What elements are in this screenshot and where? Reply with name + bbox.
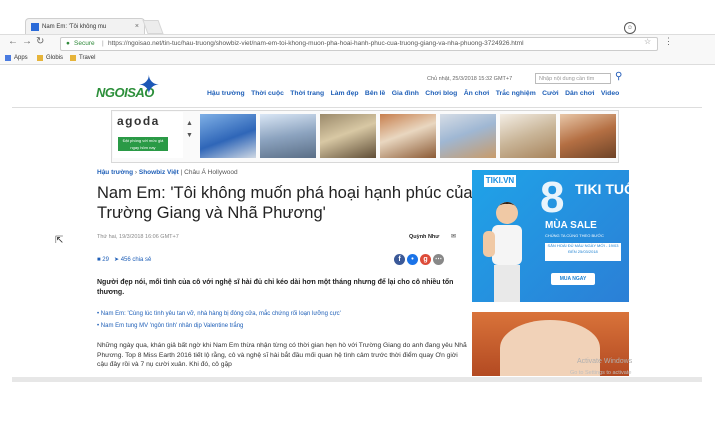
- facebook-icon[interactable]: f: [394, 254, 405, 265]
- date-text: Chủ nhật, 25/3/2018 15:32 GMT+7: [427, 76, 513, 82]
- tiki-sale-title: MÙA SALE: [545, 220, 597, 231]
- email-icon[interactable]: ✉: [451, 233, 456, 240]
- nav-item[interactable]: Ăn chơi: [464, 90, 490, 97]
- more-share-icon[interactable]: ⋯: [433, 254, 444, 265]
- article-date: Thứ hai, 19/3/2018 16:06 GMT+7: [97, 234, 179, 240]
- favicon-icon: [31, 23, 39, 31]
- agoda-logo: agoda: [117, 114, 160, 128]
- article-title: Nam Em: 'Tôi không muốn phá hoại hạnh ph…: [97, 184, 473, 222]
- breadcrumb-item[interactable]: Showbiz Việt: [139, 169, 179, 176]
- activate-windows-title: Activate Windows: [577, 358, 633, 365]
- nav-item[interactable]: Hậu trường: [207, 90, 245, 97]
- agoda-cta-button[interactable]: Đặt phòng với mức giá ngay hôm nay: [118, 137, 168, 151]
- tiki-date-band: SĂN HOÀI ĐỦ MÀU NGÀY MỚI - 19/03 ĐẾN 25/…: [545, 243, 621, 261]
- hotel-photo: [320, 114, 376, 158]
- breadcrumb-item[interactable]: Hollywood: [208, 169, 238, 176]
- tiki-tuoi: TIKI TUỔI: [575, 181, 639, 197]
- forward-icon[interactable]: →: [22, 36, 32, 48]
- apps-icon: [5, 55, 11, 61]
- nav-item[interactable]: Dân chơi: [565, 90, 594, 97]
- activate-windows-subtitle: Go to Settings to activate: [570, 370, 632, 376]
- bookmark-star-icon[interactable]: ☆: [644, 37, 651, 46]
- tiki-logo: TIKI.VN: [484, 175, 516, 187]
- nav-item[interactable]: Gia đình: [392, 90, 419, 97]
- share-icon: ➤: [114, 257, 120, 263]
- breadcrumb-item[interactable]: Châu Á: [184, 169, 206, 176]
- carousel-arrows[interactable]: ▲ ▼: [186, 118, 193, 142]
- ad-model-image: [480, 195, 535, 302]
- nav-item[interactable]: Thời cuộc: [251, 90, 284, 97]
- comment-count[interactable]: 29: [102, 257, 109, 263]
- nav-item[interactable]: Bên lề: [365, 90, 385, 97]
- nav-item[interactable]: Video: [601, 90, 619, 97]
- browser-tab[interactable]: Nam Em: 'Tôi không mu ×: [25, 18, 145, 35]
- secure-label: Secure: [74, 40, 95, 47]
- article-summary: Người đẹp nói, mối tình của cô với nghệ …: [97, 279, 454, 296]
- share-count[interactable]: 456 chia sẻ: [121, 257, 152, 263]
- tiki-eight: 8: [540, 173, 565, 222]
- article-body: Những ngày qua, khán giả bất ngờ khi Nam…: [97, 342, 467, 368]
- logo-star-icon: ✦: [138, 70, 160, 100]
- url-separator: |: [102, 40, 104, 47]
- back-icon[interactable]: ←: [8, 36, 18, 48]
- close-tab-icon[interactable]: ×: [135, 19, 139, 35]
- messenger-icon[interactable]: •: [407, 254, 418, 265]
- search-icon[interactable]: ⚲: [615, 71, 622, 82]
- hotel-photo: [200, 114, 256, 158]
- breadcrumb-separator: |: [180, 169, 183, 176]
- related-link-text[interactable]: Nam Em: 'Cùng lúc tình yêu tan vỡ, nhà h…: [101, 311, 341, 317]
- bookmark-apps[interactable]: Apps: [14, 52, 28, 64]
- main-nav: Hậu trường Thời cuộc Thời trang Làm đẹp …: [207, 90, 637, 100]
- hotel-photo: [500, 114, 556, 158]
- bookmark-travel[interactable]: Travel: [79, 52, 95, 64]
- bookmark-globis[interactable]: Globis: [46, 52, 63, 64]
- ad-photo: [500, 320, 600, 376]
- search-input[interactable]: Nhập nội dung cần tìm: [535, 73, 611, 84]
- horizontal-scrollbar[interactable]: [12, 377, 702, 382]
- nav-item[interactable]: Cười: [542, 90, 559, 97]
- related-link[interactable]: • Nam Em tung MV 'ngôn tình' nhân dịp Va…: [97, 322, 467, 331]
- hotel-photo: [440, 114, 496, 158]
- google-plus-icon[interactable]: g: [420, 254, 431, 265]
- url-text: https://ngoisao.net/tin-tuc/hau-truong/s…: [108, 40, 524, 47]
- nav-item[interactable]: Làm đẹp: [331, 90, 359, 97]
- address-bar[interactable]: ● Secure | https://ngoisao.net/tin-tuc/h…: [60, 37, 658, 51]
- mouse-cursor-icon: ⇱: [55, 235, 64, 246]
- header-divider: [12, 107, 702, 108]
- hotel-photo: [380, 114, 436, 158]
- comment-icon: ■: [97, 257, 101, 263]
- related-link[interactable]: • Nam Em: 'Cùng lúc tình yêu tan vỡ, nhà…: [97, 310, 467, 319]
- article-author[interactable]: Quỳnh Như: [409, 234, 439, 240]
- tab-title: Nam Em: 'Tôi không mu: [42, 24, 107, 30]
- tiki-buy-button[interactable]: MUA NGAY: [551, 273, 595, 285]
- lock-icon: ●: [66, 40, 70, 47]
- related-link-text[interactable]: Nam Em tung MV 'ngôn tình' nhân dịp Vale…: [101, 323, 244, 329]
- hotel-photo: [560, 114, 616, 158]
- hotel-photo: [260, 114, 316, 158]
- tiki-sale-subtitle: CHÚNG TA CÙNG THEO BƯỚC: [545, 233, 604, 238]
- breadcrumb-item[interactable]: Hậu trường: [97, 169, 133, 176]
- reload-icon[interactable]: ↻: [36, 36, 44, 48]
- account-icon[interactable]: ☺: [624, 22, 636, 34]
- breadcrumb-separator: ›: [134, 169, 138, 176]
- breadcrumb: Hậu trường › Showbiz Việt | Châu Á Holly…: [97, 169, 238, 176]
- nav-item[interactable]: Trắc nghiệm: [496, 90, 536, 97]
- menu-icon[interactable]: ⋮: [664, 36, 673, 47]
- bookmarks-bar: Apps Globis Travel: [0, 52, 715, 65]
- nav-item[interactable]: Chơi blog: [425, 90, 457, 97]
- nav-item[interactable]: Thời trang: [290, 90, 324, 97]
- folder-icon: [70, 55, 76, 61]
- article-stats: ■ 29 ➤ 456 chia sẻ: [97, 256, 151, 263]
- folder-icon: [37, 55, 43, 61]
